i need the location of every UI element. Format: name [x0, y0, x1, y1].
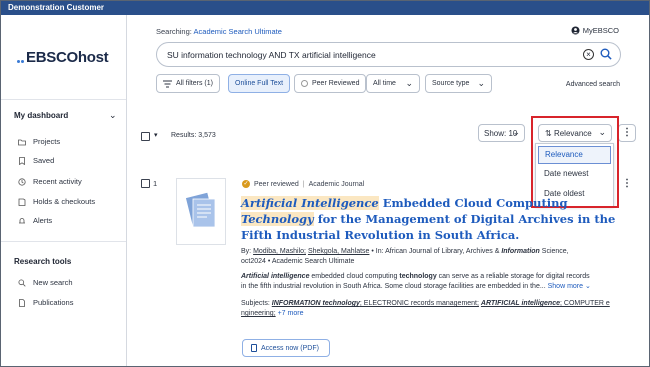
sidebar-item-holds[interactable]: Holds & checkouts: [18, 197, 95, 206]
bookmark-icon: [19, 156, 25, 165]
chevron-down-icon: ⌄: [512, 127, 520, 137]
record-date-source: oct2024 • Academic Search Ultimate: [241, 258, 355, 265]
show-per-page-dropdown[interactable]: Show: 10 ⌄: [478, 124, 525, 142]
searching-indicator: Searching: Academic Search Ultimate: [156, 27, 282, 36]
sidebar-item-projects[interactable]: Projects: [18, 137, 60, 146]
peer-reviewed-radio: [301, 80, 308, 87]
bell-icon: [19, 217, 25, 223]
record-subjects-line2: ngineering; +7 more: [241, 309, 626, 319]
divider: [1, 99, 126, 100]
record-thumbnail[interactable]: [176, 178, 226, 245]
record-index: 1: [153, 179, 158, 188]
author-link[interactable]: Shekgola, Mahlatse: [308, 248, 369, 255]
chevron-down-icon[interactable]: ⌄: [109, 110, 117, 121]
main-content: Searching: Academic Search Ultimate MyEB…: [128, 15, 649, 366]
record-checkbox[interactable]: [141, 179, 150, 188]
record-meta: ✓ Peer reviewed | Academic Journal: [242, 180, 365, 188]
sidebar-item-new-search[interactable]: New search: [18, 278, 73, 287]
record-more-options-icon[interactable]: ⋮: [622, 179, 632, 189]
myebsco-button[interactable]: MyEBSCO: [571, 26, 619, 35]
folder-icon: [18, 139, 26, 145]
source-type-dropdown[interactable]: Source type ⌄: [425, 74, 492, 93]
more-options-icon[interactable]: ⋮: [618, 124, 636, 142]
logo-dots-icon: [17, 50, 25, 67]
sort-dropdown[interactable]: ⇅ Relevance ⌄: [538, 124, 612, 142]
document-icon: [19, 298, 25, 307]
all-filters-button[interactable]: All filters (1): [156, 74, 220, 93]
caret-down-icon[interactable]: ▾: [154, 131, 158, 139]
search-input[interactable]: SU information technology AND TX artific…: [156, 42, 621, 67]
peer-reviewed-icon: ✓: [242, 180, 250, 188]
search-query: SU information technology AND TX artific…: [167, 50, 376, 60]
sidebar-item-saved[interactable]: Saved: [18, 156, 54, 165]
dashboard-heading[interactable]: My dashboard: [14, 111, 68, 120]
app-window: Demonstration Customer EBSCOhost My dash…: [0, 0, 650, 367]
sidebar-item-recent-activity[interactable]: Recent activity: [18, 177, 82, 186]
book-icon: [18, 198, 26, 206]
sidebar-item-publications[interactable]: Publications: [18, 298, 73, 307]
ebscohost-logo[interactable]: EBSCOhost: [17, 49, 109, 67]
customer-name: Demonstration Customer: [8, 3, 105, 12]
sort-option-relevance[interactable]: Relevance: [538, 146, 611, 164]
time-dropdown[interactable]: All time ⌄: [366, 74, 420, 93]
chevron-down-icon: ⌄: [405, 78, 413, 88]
more-subjects-link[interactable]: +7 more: [278, 310, 304, 317]
subject-link[interactable]: ; ELECTRONIC records management;: [360, 300, 479, 307]
clear-icon[interactable]: ×: [583, 49, 594, 60]
record-title-link[interactable]: Artificial Intelligence Embedded Cloud C…: [241, 195, 631, 243]
subject-link[interactable]: ARTIFICIAL intelligence: [481, 300, 560, 307]
customer-bar: Demonstration Customer: [1, 1, 649, 15]
select-all-checkbox[interactable]: [141, 132, 150, 141]
show-more-link[interactable]: Show more: [548, 283, 583, 290]
peer-reviewed-chip[interactable]: Peer Reviewed: [294, 74, 367, 93]
online-full-text-chip[interactable]: Online Full Text: [228, 74, 291, 93]
chevron-down-icon: ⌄: [477, 78, 485, 88]
divider: [1, 241, 126, 242]
sort-option-date-newest[interactable]: Date newest: [538, 166, 611, 184]
research-tools-heading: Research tools: [14, 257, 72, 266]
subject-link[interactable]: ; COMPUTER e: [560, 300, 610, 307]
database-link[interactable]: Academic Search Ultimate: [194, 27, 282, 36]
record-authors: By: Modiba, Mashilo; Shekgola, Mahlatse …: [241, 248, 569, 255]
sidebar-item-alerts[interactable]: Alerts: [18, 216, 52, 225]
chevron-down-icon: ⌄: [584, 283, 591, 290]
sort-icon: ⇅: [545, 129, 552, 138]
pdf-icon: [251, 344, 257, 352]
advanced-search-link[interactable]: Advanced search: [566, 81, 620, 88]
record-subjects: Subjects: INFORMATION technology; ELECTR…: [241, 300, 610, 307]
subject-link[interactable]: ngineering;: [241, 310, 276, 317]
sidebar: EBSCOhost My dashboard ⌄ Projects Saved …: [1, 15, 127, 366]
filter-icon: [163, 80, 172, 87]
search-icon[interactable]: [600, 48, 612, 60]
chevron-down-icon: ⌄: [598, 127, 606, 137]
subject-link[interactable]: INFORMATION technology: [272, 300, 360, 307]
history-icon: [18, 177, 26, 186]
search-icon: [18, 278, 26, 287]
author-link[interactable]: Modiba, Mashilo;: [253, 248, 306, 255]
record-abstract-line2: in the fifth industrial revolution in So…: [241, 283, 591, 290]
user-icon: [571, 26, 580, 35]
journal-document-icon: [185, 192, 216, 228]
access-pdf-button[interactable]: Access now (PDF): [242, 339, 330, 357]
results-count: Results: 3,573: [171, 132, 216, 139]
record-abstract: Artificial intelligence embedded cloud c…: [241, 273, 590, 280]
